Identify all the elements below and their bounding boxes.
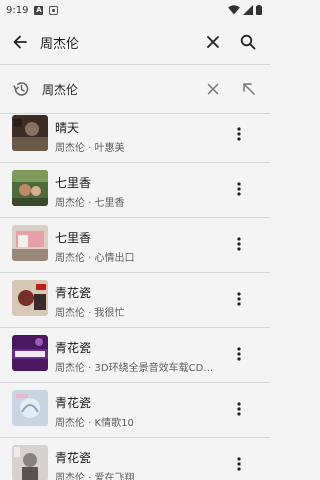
album-cover — [12, 115, 48, 151]
fill-query-arrow-icon[interactable] — [239, 79, 259, 99]
history-icon — [11, 79, 31, 99]
album-cover — [12, 170, 48, 206]
song-row[interactable]: 青花瓷 周杰伦 · 我很忙 — [0, 273, 270, 328]
signal-icon — [243, 5, 253, 15]
song-title: 青花瓷 — [55, 341, 92, 355]
search-history-item[interactable]: 周杰伦 — [0, 65, 270, 113]
song-title: 七里香 — [55, 231, 92, 245]
album-cover — [12, 445, 48, 480]
album-cover — [12, 335, 48, 371]
song-subtitle: 周杰伦 · 3D环绕全景音效车载CD… — [55, 363, 214, 374]
more-options-icon[interactable] — [231, 181, 247, 197]
song-row[interactable]: 青花瓷 周杰伦 · 3D环绕全景音效车载CD… — [0, 328, 270, 383]
song-row[interactable]: 青花瓷 周杰伦 · 爱在飞翔 — [0, 438, 270, 480]
song-subtitle: 周杰伦 · 心情出口 — [55, 253, 135, 264]
history-text: 周杰伦 — [42, 83, 79, 97]
album-cover — [12, 225, 48, 261]
more-options-icon[interactable] — [231, 456, 247, 472]
song-title: 青花瓷 — [55, 451, 92, 465]
wifi-icon — [228, 5, 240, 15]
more-options-icon[interactable] — [231, 126, 247, 142]
song-subtitle: 周杰伦 · 我很忙 — [55, 308, 125, 319]
notification-icon: A — [34, 5, 44, 15]
status-bar: 9:19 A — [0, 0, 270, 20]
remove-history-icon[interactable] — [203, 79, 223, 99]
song-title: 七里香 — [55, 176, 92, 190]
search-icon[interactable] — [238, 32, 258, 52]
status-time: 9:19 — [6, 4, 29, 16]
battery-icon — [256, 5, 262, 15]
more-options-icon[interactable] — [231, 236, 247, 252]
song-subtitle: 周杰伦 · 爱在飞翔 — [55, 473, 135, 480]
clear-search-icon[interactable] — [203, 32, 223, 52]
song-subtitle: 周杰伦 · 七里香 — [55, 198, 125, 209]
song-row[interactable]: 青花瓷 周杰伦 · K情歌10 — [0, 383, 270, 438]
song-row[interactable]: 晴天 周杰伦 · 叶惠美 — [0, 108, 270, 163]
back-arrow-icon[interactable] — [10, 32, 30, 52]
song-title: 青花瓷 — [55, 396, 92, 410]
album-cover — [12, 280, 48, 316]
more-options-icon[interactable] — [231, 346, 247, 362]
song-title: 青花瓷 — [55, 286, 92, 300]
settings-status-icon — [49, 5, 59, 15]
song-list: 晴天 周杰伦 · 叶惠美 七里香 周杰伦 · 七里香 七里香 周杰伦 · 心情出… — [0, 108, 270, 480]
song-title: 晴天 — [55, 121, 80, 135]
song-subtitle: 周杰伦 · 叶惠美 — [55, 143, 125, 154]
more-options-icon[interactable] — [231, 401, 247, 417]
song-row[interactable]: 七里香 周杰伦 · 心情出口 — [0, 218, 270, 273]
song-row[interactable]: 七里香 周杰伦 · 七里香 — [0, 163, 270, 218]
search-input[interactable]: 周杰伦 — [40, 33, 79, 52]
search-bar: 周杰伦 — [0, 20, 270, 64]
song-subtitle: 周杰伦 · K情歌10 — [55, 418, 134, 429]
more-options-icon[interactable] — [231, 291, 247, 307]
album-cover — [12, 390, 48, 426]
